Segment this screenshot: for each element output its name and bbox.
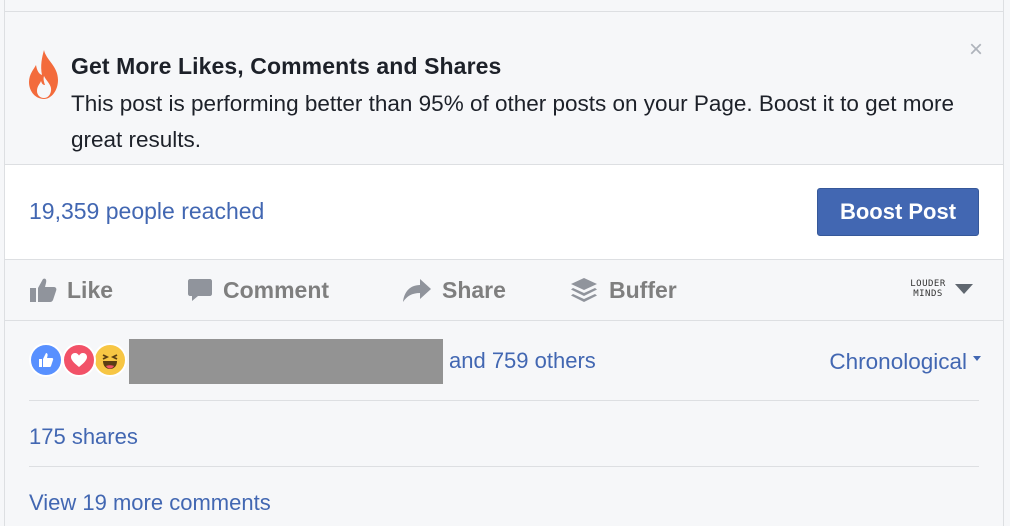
buffer-label: Buffer (609, 276, 677, 303)
boost-banner: Get More Likes, Comments and Shares This… (5, 12, 1003, 165)
banner-body: This post is performing better than 95% … (71, 91, 954, 152)
reach-row: 19,359 people reached Boost Post (5, 165, 1003, 260)
comment-icon (188, 279, 212, 301)
action-bar: Like Comment Share Buffer LOUDER MINDS (5, 260, 1003, 321)
comment-button[interactable]: Comment (187, 260, 329, 320)
thumbs-up-icon (30, 278, 57, 302)
chevron-down-icon (955, 284, 973, 294)
post-footer-panel: Get More Likes, Comments and Shares This… (4, 0, 1004, 526)
people-reached-link[interactable]: 19,359 people reached (29, 198, 264, 225)
heart-icon (71, 353, 87, 367)
page-logo: LOUDER MINDS (910, 272, 946, 306)
redacted-names (129, 339, 443, 384)
thumbs-up-icon (39, 353, 54, 367)
dropdown-arrow-icon (973, 356, 981, 361)
haha-reaction-icon[interactable] (93, 343, 127, 377)
buffer-button[interactable]: Buffer (569, 260, 677, 320)
boost-post-button[interactable]: Boost Post (817, 188, 979, 236)
logo-line-1: LOUDER (910, 279, 946, 289)
post-as-selector[interactable]: LOUDER MINDS (910, 272, 973, 306)
divider (29, 466, 979, 467)
shares-link[interactable]: 175 shares (29, 424, 138, 450)
close-icon[interactable]: × (969, 38, 983, 62)
logo-line-2: MINDS (913, 289, 943, 299)
comment-sort-dropdown[interactable]: Chronological (829, 349, 981, 375)
like-button[interactable]: Like (29, 260, 113, 320)
share-button[interactable]: Share (402, 260, 506, 320)
share-arrow-icon (403, 279, 431, 302)
like-label: Like (67, 276, 114, 303)
banner-title: Get More Likes, Comments and Shares (71, 53, 502, 79)
divider (29, 400, 979, 401)
like-reaction-icon[interactable] (29, 343, 63, 377)
love-reaction-icon[interactable] (62, 343, 96, 377)
others-reacted-link[interactable]: and 759 others (449, 348, 596, 374)
view-more-comments-link[interactable]: View 19 more comments (29, 490, 271, 516)
flame-icon (29, 50, 58, 99)
comment-label: Comment (223, 276, 330, 303)
reactions-row: and 759 others Chronological (5, 321, 1003, 401)
sort-label: Chronological (829, 349, 967, 374)
laughing-face-icon (102, 354, 118, 369)
share-label: Share (442, 276, 506, 303)
buffer-icon (571, 278, 597, 302)
